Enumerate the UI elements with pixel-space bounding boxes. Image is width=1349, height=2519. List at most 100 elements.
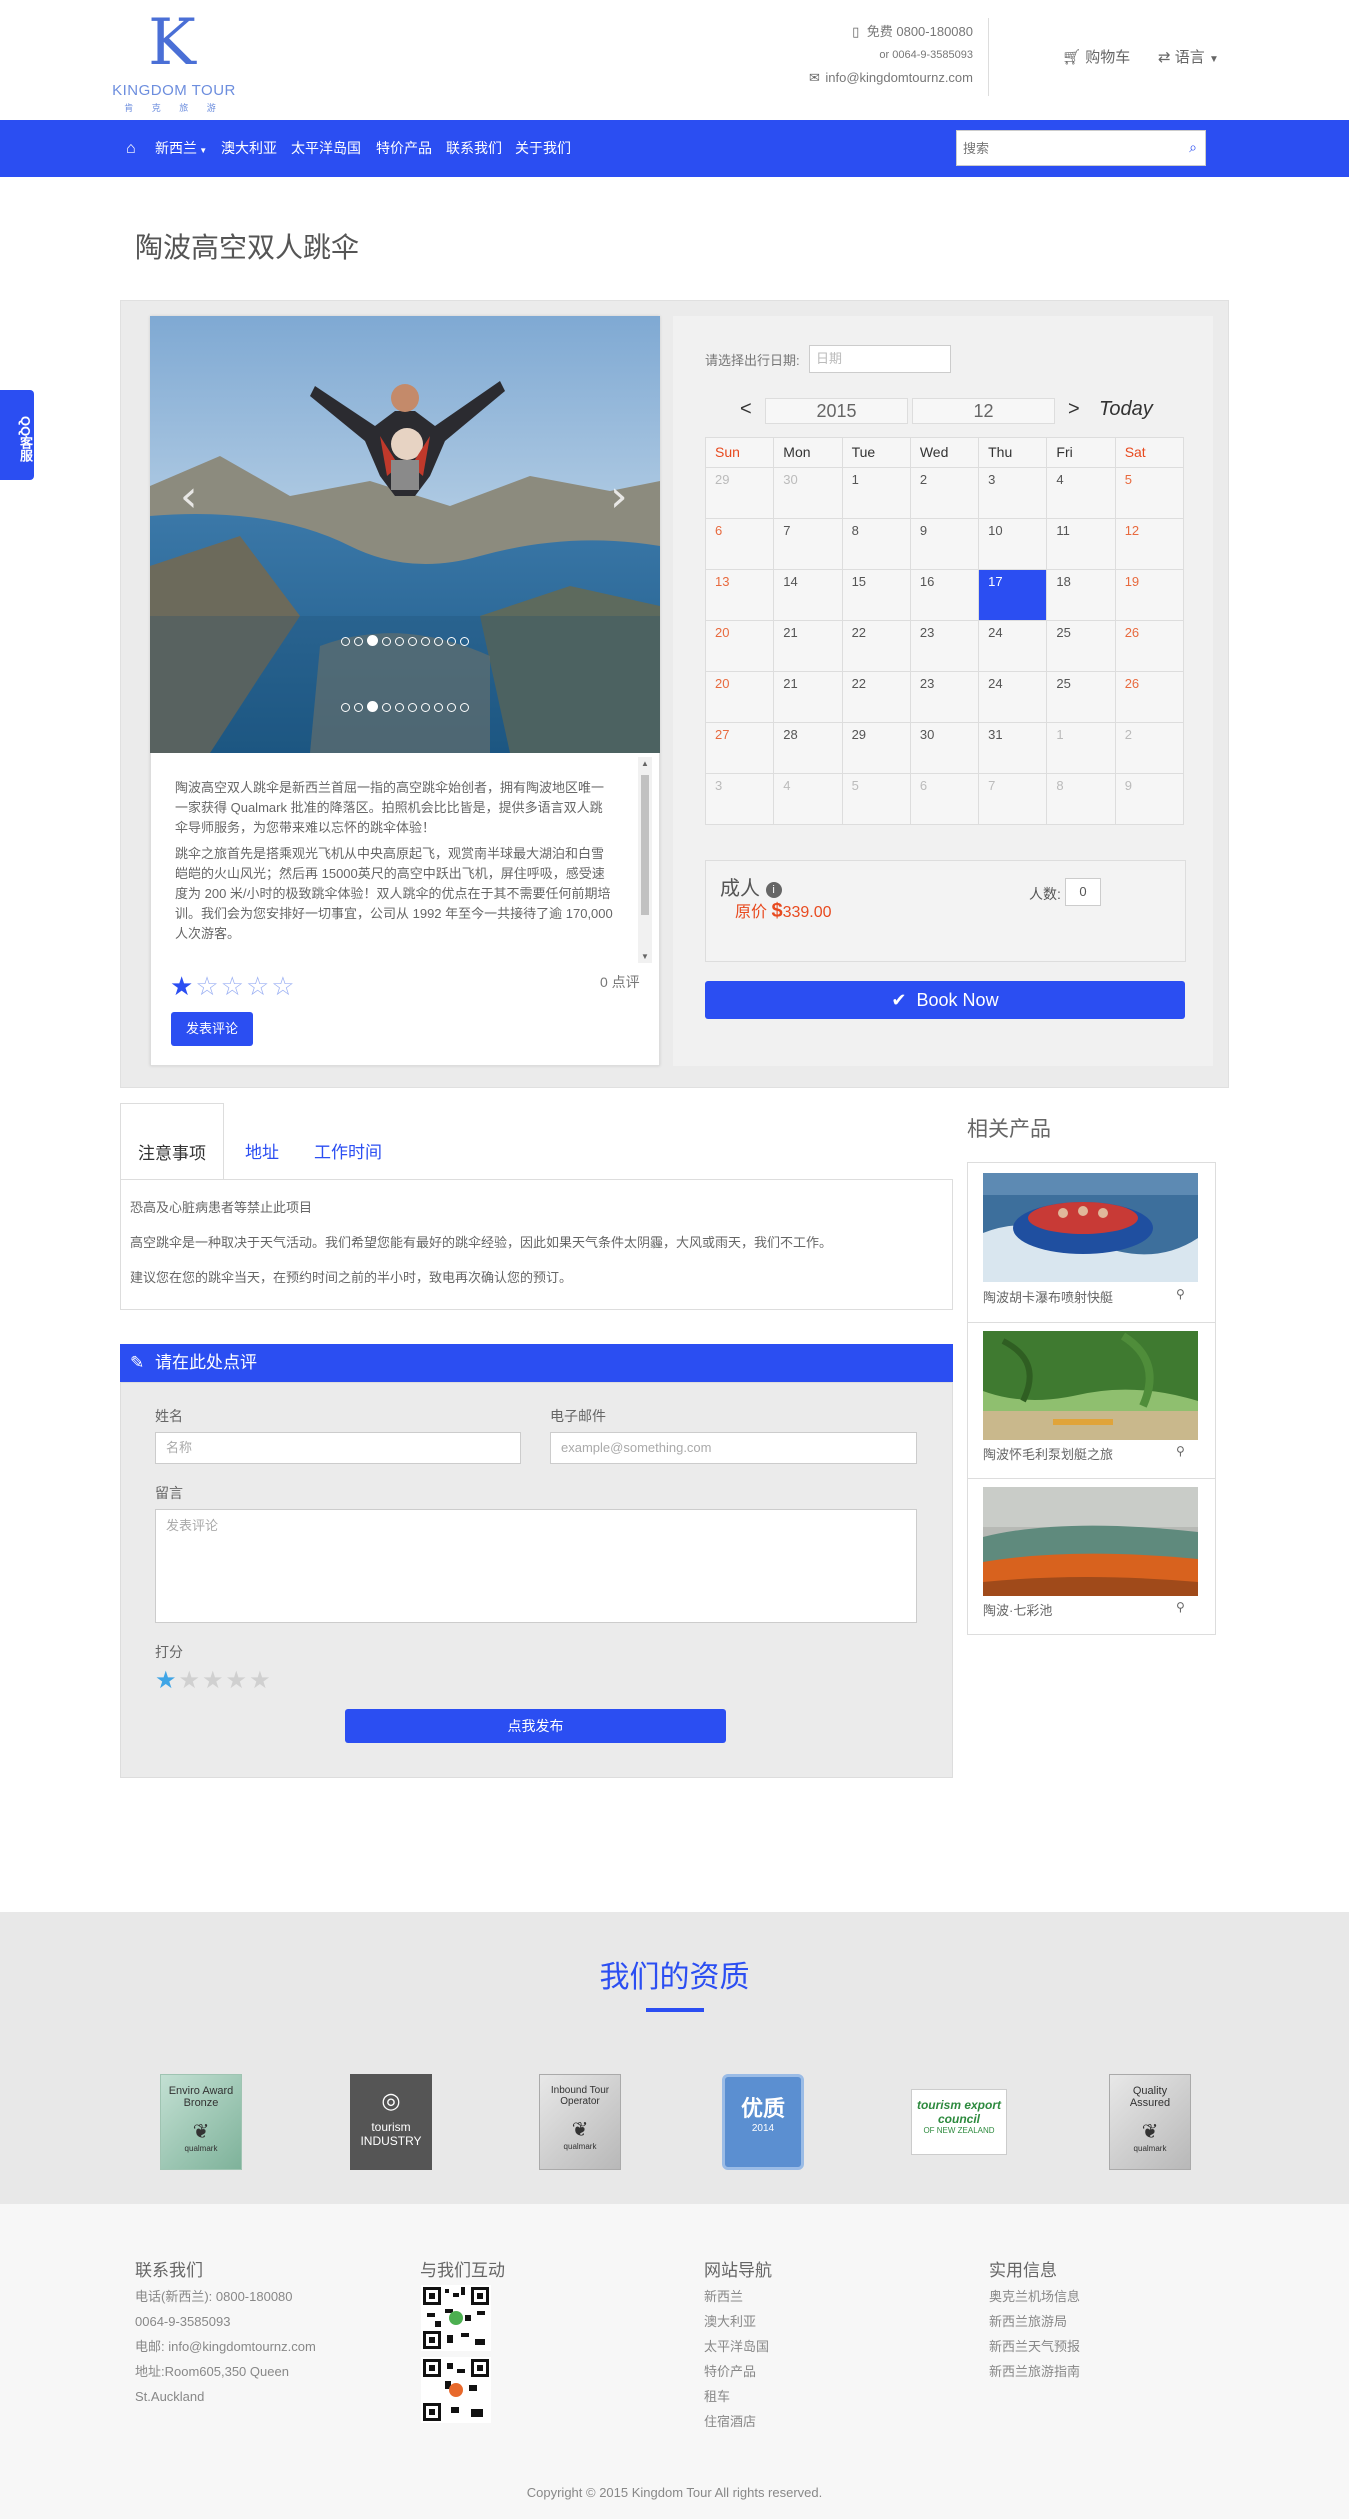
calendar-day[interactable]: 25 [1046, 671, 1116, 723]
next-month-icon[interactable]: > [1068, 398, 1080, 421]
year-select[interactable]: 2015 [765, 398, 908, 424]
review-rating-input[interactable]: ★★★★★ [155, 1666, 273, 1695]
calendar-day[interactable]: 7 [978, 773, 1048, 825]
calendar-day[interactable]: 9 [1114, 773, 1185, 825]
badge-tourism-export-council[interactable]: tourism export council OF NEW ZEALAND [911, 2089, 1007, 2155]
calendar-day[interactable]: 25 [1046, 620, 1116, 672]
calendar-day[interactable]: 7 [773, 518, 843, 570]
wechat-qr-code[interactable] [421, 2285, 491, 2423]
tab-address[interactable]: 地址 [242, 1103, 282, 1179]
month-select[interactable]: 12 [912, 398, 1055, 424]
today-button[interactable]: Today [1099, 398, 1153, 421]
related-product-image[interactable] [983, 1487, 1198, 1596]
tab-notes[interactable]: 注意事项 [120, 1103, 224, 1179]
related-product-name[interactable]: 陶波怀毛利泵划艇之旅 [983, 1444, 1113, 1463]
email-field[interactable]: example@something.com [550, 1432, 917, 1464]
calendar-day[interactable]: 8 [841, 518, 911, 570]
post-comment-button[interactable]: 发表评论 [171, 1012, 253, 1046]
star-empty-icon[interactable]: ☆ [195, 971, 220, 1001]
calendar-day[interactable]: 4 [1046, 467, 1116, 519]
calendar-day[interactable]: 2 [909, 467, 980, 519]
description-scrollbar[interactable]: ▲ ▼ [638, 757, 652, 963]
star-empty-icon[interactable]: ★ [202, 1667, 226, 1694]
calendar-day[interactable]: 8 [1046, 773, 1116, 825]
calendar-day[interactable]: 3 [978, 467, 1048, 519]
book-now-button[interactable]: ✔ Book Now [705, 981, 1185, 1019]
related-product-image[interactable] [983, 1331, 1198, 1440]
calendar-day[interactable]: 20 [704, 671, 775, 723]
search-icon[interactable]: ⌕ [1189, 139, 1197, 156]
footer-link[interactable]: 澳大利亚 [704, 2309, 769, 2334]
header-email[interactable]: info@kingdomtournz.com [825, 70, 973, 85]
cart-link[interactable]: 🛒︎ 购物车 [1062, 46, 1130, 67]
nav-item-newzealand[interactable]: 新西兰 ▼ [155, 120, 207, 177]
product-photo-carousel[interactable]: ‹ › [150, 316, 660, 753]
related-product-image[interactable] [983, 1173, 1198, 1282]
language-dropdown[interactable]: ⇄ 语言 ▼ [1158, 46, 1219, 67]
nav-item-contact[interactable]: 联系我们 [446, 120, 502, 177]
badge-inbound-tour-operator[interactable]: Inbound Tour Operator ❦ qualmark [539, 2074, 621, 2170]
star-empty-icon[interactable]: ★ [179, 1667, 203, 1694]
info-icon[interactable]: i [765, 881, 782, 898]
scrollbar-thumb[interactable] [641, 775, 649, 915]
calendar-day[interactable]: 27 [704, 722, 775, 774]
calendar-day[interactable]: 18 [1046, 569, 1116, 621]
people-stepper[interactable]: 0 [1065, 878, 1101, 906]
calendar-day[interactable]: 21 [773, 620, 843, 672]
star-filled-icon[interactable]: ★ [170, 971, 195, 1001]
badge-enviro-award[interactable]: Enviro Award Bronze ❦ qualmark [160, 2074, 242, 2170]
calendar-day[interactable]: 6 [704, 518, 775, 570]
calendar-day[interactable]: 21 [773, 671, 843, 723]
calendar-day[interactable]: 22 [841, 620, 911, 672]
calendar-day[interactable]: 5 [841, 773, 911, 825]
calendar-day[interactable]: 29 [841, 722, 911, 774]
calendar-day-selected[interactable]: 17 [978, 569, 1048, 621]
star-empty-icon[interactable]: ☆ [246, 971, 271, 1001]
footer-link[interactable]: 新西兰 [704, 2284, 769, 2309]
carousel-indicators[interactable] [150, 634, 660, 649]
home-icon[interactable]: ⌂ [126, 120, 136, 177]
calendar-day[interactable]: 5 [1114, 467, 1185, 519]
badge-quality-2014[interactable]: 优质 2014 [722, 2074, 804, 2170]
calendar-day[interactable]: 24 [978, 620, 1048, 672]
badge-tourism-industry[interactable]: ◎ tourism INDUSTRY [350, 2074, 432, 2170]
date-input[interactable]: 日期 [809, 345, 951, 373]
nav-item-pacific[interactable]: 太平洋岛国 [291, 120, 361, 177]
scroll-up-icon[interactable]: ▲ [641, 759, 649, 768]
calendar-day[interactable]: 26 [1114, 620, 1185, 672]
nav-item-australia[interactable]: 澳大利亚 [221, 120, 277, 177]
scroll-down-icon[interactable]: ▼ [641, 952, 649, 961]
related-product-name[interactable]: 陶波胡卡瀑布喷射快艇 [983, 1287, 1113, 1306]
calendar-day[interactable]: 30 [773, 467, 843, 519]
related-product-name[interactable]: 陶波·七彩池 [983, 1600, 1052, 1619]
footer-link[interactable]: 新西兰天气预报 [989, 2334, 1080, 2359]
calendar-day[interactable]: 30 [909, 722, 980, 774]
star-empty-icon[interactable]: ★ [249, 1667, 273, 1694]
name-field[interactable]: 名称 [155, 1432, 521, 1464]
calendar-day[interactable]: 9 [909, 518, 980, 570]
nav-item-specials[interactable]: 特价产品 [376, 120, 432, 177]
calendar-day[interactable]: 4 [773, 773, 843, 825]
star-empty-icon[interactable]: ★ [226, 1667, 250, 1694]
calendar-day[interactable]: 14 [773, 569, 843, 621]
footer-link[interactable]: 新西兰旅游指南 [989, 2359, 1080, 2384]
calendar-day[interactable]: 10 [978, 518, 1048, 570]
qq-service-tab[interactable]: QQ客服 [0, 390, 34, 480]
carousel-thumbnail-indicators[interactable] [150, 700, 660, 715]
footer-link[interactable]: 奥克兰机场信息 [989, 2284, 1080, 2309]
footer-link[interactable]: 住宿酒店 [704, 2409, 769, 2434]
calendar-day[interactable]: 28 [773, 722, 843, 774]
footer-link[interactable]: 新西兰旅游局 [989, 2309, 1080, 2334]
calendar-day[interactable]: 1 [1046, 722, 1116, 774]
calendar-day[interactable]: 2 [1114, 722, 1185, 774]
tab-hours[interactable]: 工作时间 [312, 1103, 384, 1179]
footer-link[interactable]: 太平洋岛国 [704, 2334, 769, 2359]
footer-link[interactable]: 租车 [704, 2384, 769, 2409]
calendar-day[interactable]: 12 [1114, 518, 1185, 570]
calendar-day[interactable]: 23 [909, 620, 980, 672]
badge-quality-assured[interactable]: Quality Assured ❦ qualmark [1109, 2074, 1191, 2170]
calendar-day[interactable]: 16 [909, 569, 980, 621]
calendar-day[interactable]: 22 [841, 671, 911, 723]
calendar-day[interactable]: 19 [1114, 569, 1185, 621]
calendar-day[interactable]: 11 [1046, 518, 1116, 570]
